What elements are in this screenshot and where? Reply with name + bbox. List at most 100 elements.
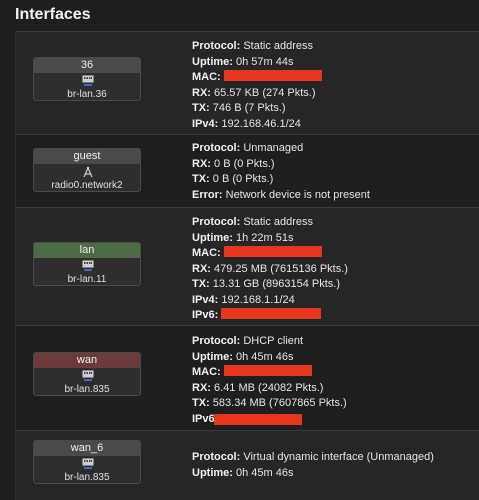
field-value: 583.34 MB (7607865 Pkts.): [212, 397, 347, 409]
interfaces-table: 36 br-lan.36 Protocol: Static address Up…: [15, 31, 479, 500]
field-value: Unmanaged: [243, 142, 304, 154]
field-tx: TX: 13.31 GB (8963154 Pkts.): [192, 277, 348, 293]
field-label: MAC:: [192, 71, 221, 83]
field-mac: MAC:: [192, 365, 347, 381]
field-value: 192.168.1.1/24: [221, 293, 295, 306]
field-label: RX:: [192, 262, 211, 275]
redaction-bar: [214, 413, 302, 425]
field-label: Uptime:: [192, 55, 233, 68]
field-tx: TX: 746 B (7 Pkts.): [192, 101, 322, 117]
field-uptime: Uptime: 0h 45m 46s: [192, 466, 434, 482]
field-label: TX:: [192, 278, 210, 290]
redaction-bar: [223, 365, 312, 376]
field-label: TX:: [192, 397, 210, 409]
interface-badge-wan[interactable]: wan br-lan.835: [33, 352, 141, 396]
field-value: 13.31 GB (8963154 Pkts.): [212, 278, 340, 290]
interface-name: guest: [34, 149, 140, 164]
redaction-bar: [221, 308, 322, 319]
field-label: RX:: [192, 86, 211, 99]
interface-badge-wan6[interactable]: wan_6 br-lan.835: [33, 440, 141, 484]
ethernet-port-icon: [82, 260, 94, 271]
field-uptime: Uptime: 0h 57m 44s: [192, 55, 322, 71]
field-label: Protocol:: [192, 40, 241, 52]
redaction-bar: [223, 246, 322, 257]
field-tx: TX: 583.34 MB (7607865 Pkts.): [192, 396, 347, 412]
field-value: 65.57 KB (274 Pkts.): [214, 86, 316, 99]
field-value: 192.168.46.1/24: [221, 117, 301, 130]
field-rx: RX: 479.25 MB (7615136 Pkts.): [192, 262, 348, 278]
field-uptime: Uptime: 1h 22m 51s: [192, 231, 348, 247]
field-rx: RX: 6.41 MB (24082 Pkts.): [192, 381, 347, 397]
field-label: Protocol:: [192, 142, 241, 154]
field-label: Uptime:: [192, 350, 233, 363]
interface-row-lan: lan br-lan.11 Protocol: Static address U…: [15, 207, 479, 325]
field-value: Static address: [243, 216, 314, 228]
field-ipv4: IPv4: 192.168.1.1/24: [192, 293, 348, 309]
field-value: 0h 45m 46s: [236, 350, 294, 363]
field-label: MAC:: [192, 366, 221, 378]
field-value: 0h 45m 46s: [236, 466, 294, 479]
page-title: Interfaces: [15, 6, 91, 23]
interface-details-wan6: Protocol: Virtual dynamic interface (Unm…: [192, 450, 434, 481]
redaction-bar: [223, 70, 322, 81]
field-value: 6.41 MB (24082 Pkts.): [214, 381, 324, 394]
interface-row-wan6: wan_6 br-lan.835 Protocol: Virtual dynam…: [15, 430, 479, 500]
field-value: 746 B (7 Pkts.): [212, 102, 286, 114]
field-label: IPv4:: [192, 293, 219, 306]
field-label: RX:: [192, 381, 211, 394]
field-label: TX:: [192, 173, 210, 185]
interface-details-lan: Protocol: Static address Uptime: 1h 22m …: [192, 215, 348, 324]
interface-name: wan_6: [34, 441, 140, 456]
field-protocol: Protocol: Virtual dynamic interface (Unm…: [192, 450, 434, 466]
field-label: Uptime:: [192, 466, 233, 479]
field-protocol: Protocol: DHCP client: [192, 334, 347, 350]
interface-device: br-lan.835: [64, 384, 110, 395]
field-value: 0 B (0 Pkts.): [212, 173, 274, 185]
field-value: Virtual dynamic interface (Unmanaged): [243, 451, 434, 463]
interface-device: br-lan.36: [67, 89, 107, 100]
field-error: Error: Network device is not present: [192, 188, 370, 204]
interface-device: br-lan.835: [64, 472, 110, 483]
field-ipv6: IPv6:: [192, 412, 347, 428]
ethernet-port-icon: [82, 370, 94, 381]
field-value: Static address: [243, 40, 314, 52]
interface-row-wan: wan br-lan.835 Protocol: DHCP client Upt…: [15, 325, 479, 430]
interface-row-guest: guest radio0.network2 Protocol: Unmanage…: [15, 134, 479, 207]
field-label: IPv4:: [192, 117, 219, 130]
interface-name: lan: [34, 243, 140, 258]
field-rx: RX: 0 B (0 Pkts.): [192, 157, 370, 173]
interface-device: radio0.network2: [51, 180, 123, 191]
field-protocol: Protocol: Static address: [192, 215, 348, 231]
field-label: Uptime:: [192, 231, 233, 244]
interface-row-36: 36 br-lan.36 Protocol: Static address Up…: [15, 31, 479, 134]
ethernet-port-icon: [82, 75, 94, 86]
interface-badge-lan[interactable]: lan br-lan.11: [33, 242, 141, 286]
field-label: IPv6:: [192, 309, 219, 321]
interface-details-36: Protocol: Static address Uptime: 0h 57m …: [192, 39, 322, 132]
field-value: DHCP client: [243, 335, 304, 347]
field-value: 479.25 MB (7615136 Pkts.): [214, 262, 348, 275]
field-label: TX:: [192, 102, 210, 114]
field-label: MAC:: [192, 247, 221, 259]
field-value: 1h 22m 51s: [236, 231, 294, 244]
field-mac: MAC:: [192, 70, 322, 86]
field-mac: MAC:: [192, 246, 348, 262]
ethernet-port-icon: [82, 458, 94, 469]
field-label: Protocol:: [192, 216, 241, 228]
field-label: Protocol:: [192, 335, 241, 347]
interface-badge-guest[interactable]: guest radio0.network2: [33, 148, 141, 192]
interface-name: wan: [34, 353, 140, 368]
field-tx: TX: 0 B (0 Pkts.): [192, 172, 370, 188]
field-value: 0 B (0 Pkts.): [214, 157, 275, 170]
field-rx: RX: 65.57 KB (274 Pkts.): [192, 86, 322, 102]
field-label: Protocol:: [192, 451, 241, 463]
field-label: RX:: [192, 157, 211, 170]
interface-details-wan: Protocol: DHCP client Uptime: 0h 45m 46s…: [192, 334, 347, 427]
interface-name: 36: [34, 58, 140, 73]
field-ipv6: IPv6:: [192, 308, 348, 324]
field-protocol: Protocol: Static address: [192, 39, 322, 55]
field-ipv4: IPv4: 192.168.46.1/24: [192, 117, 322, 133]
interface-badge-36[interactable]: 36 br-lan.36: [33, 57, 141, 101]
field-value: 0h 57m 44s: [236, 55, 294, 68]
wireless-antenna-icon: [83, 166, 93, 178]
